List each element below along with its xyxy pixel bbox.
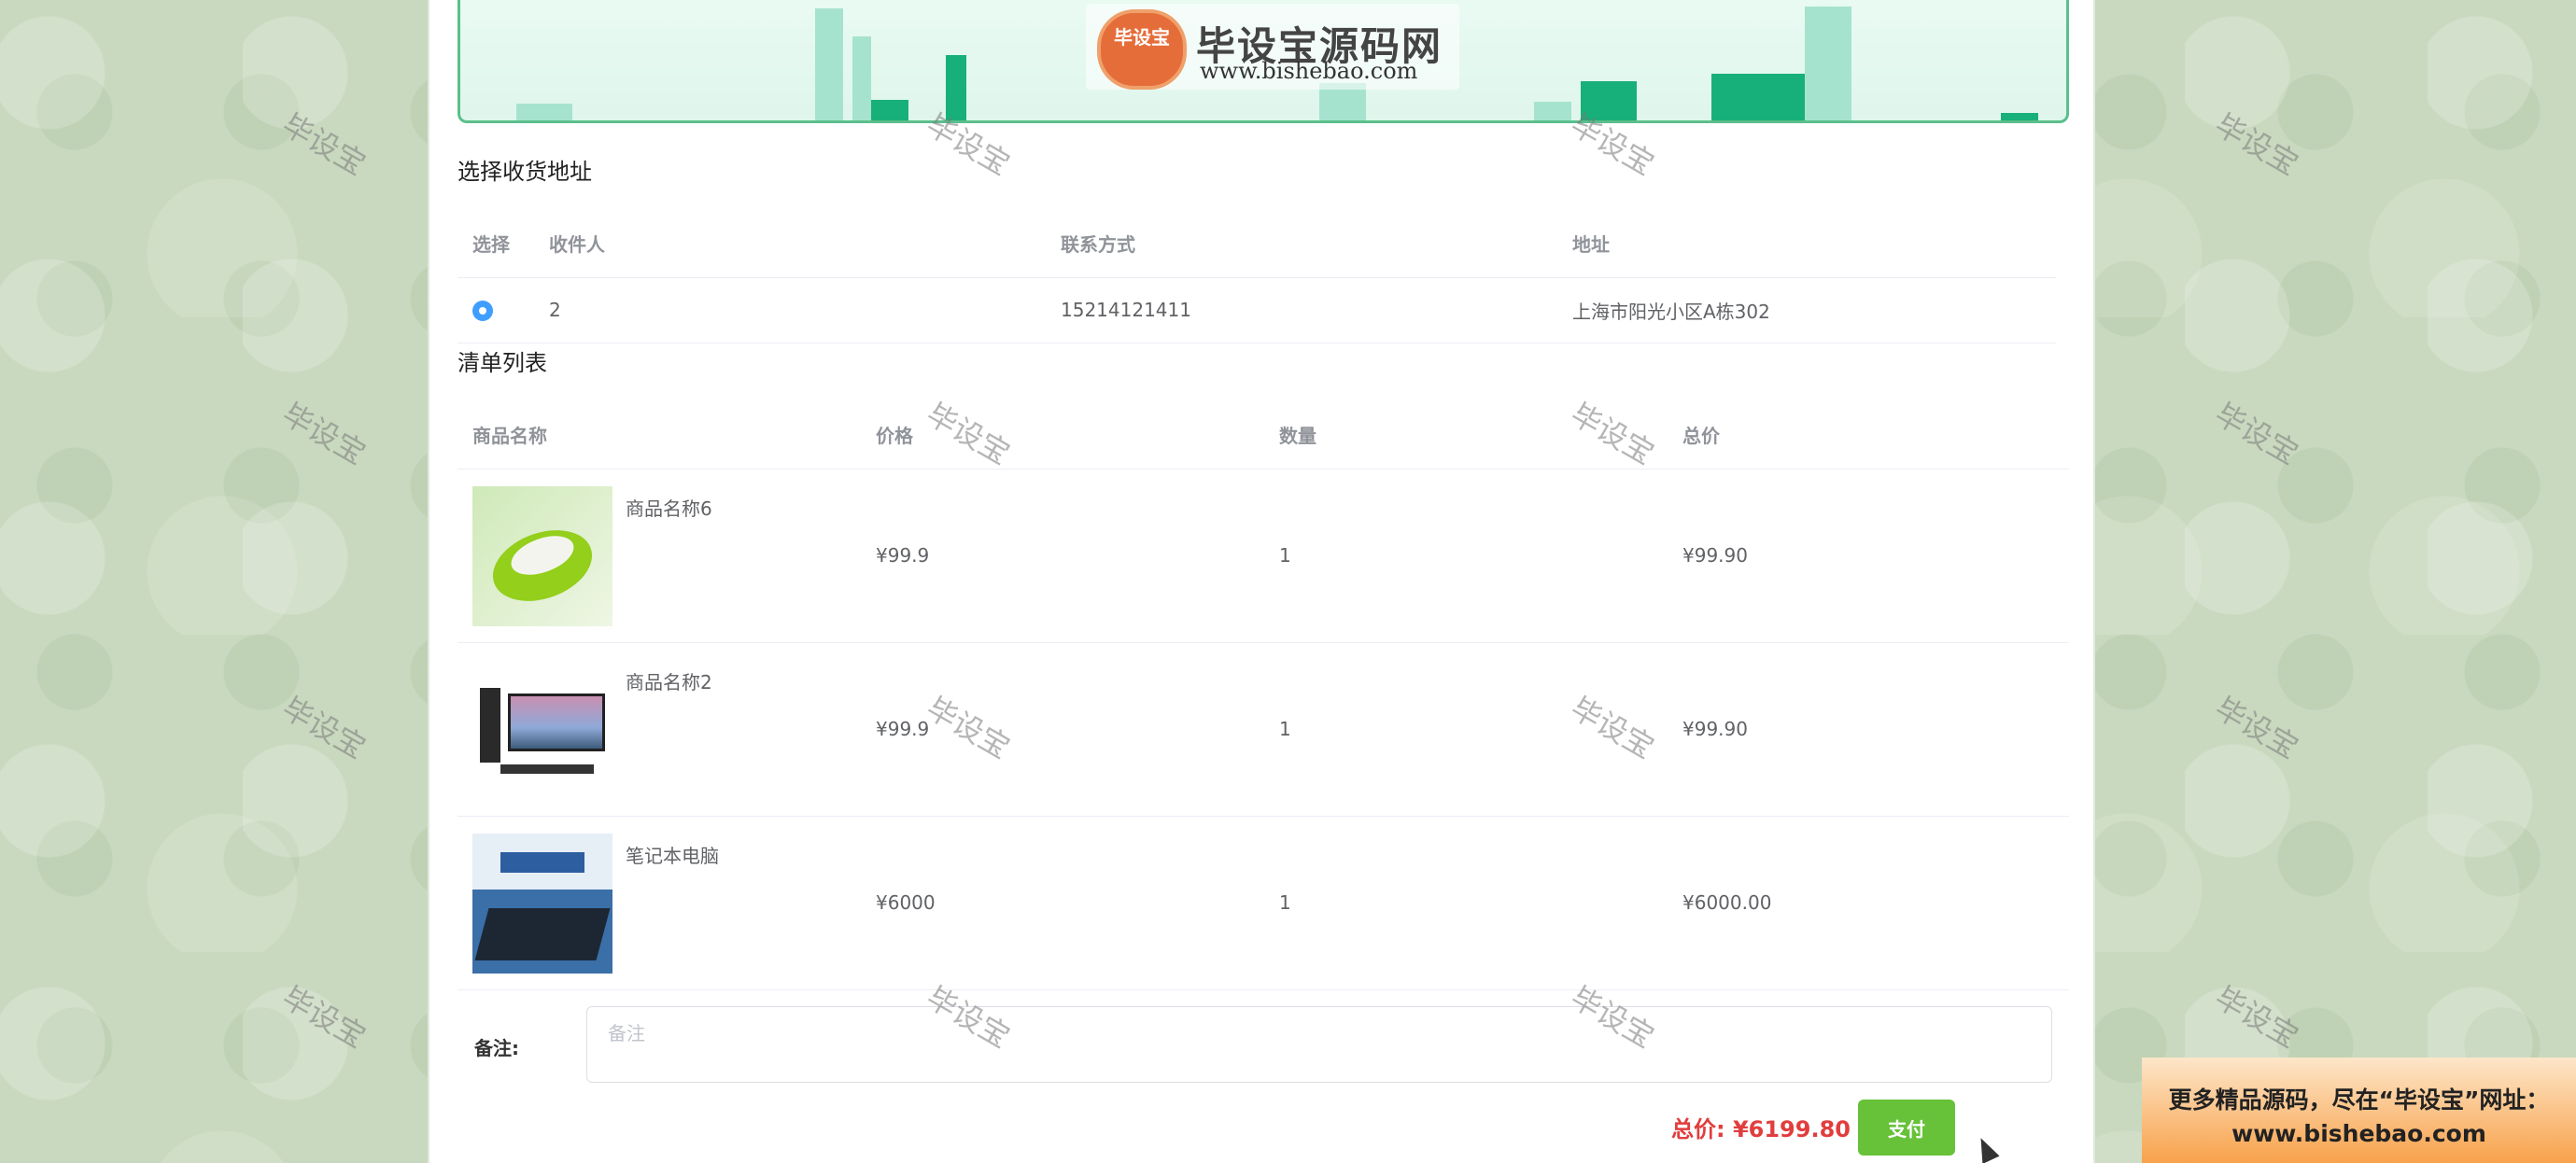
desktop-computer-image[interactable] — [472, 659, 612, 800]
promo-banner[interactable]: 更多精品源码，尽在“毕设宝”网址： www.bishebao.com — [2142, 1058, 2576, 1163]
address-table: 选择 收件人 联系方式 地址 2 15214121411 上海市阳光小区A栋30… — [457, 210, 2056, 343]
promo-line-2: www.bishebao.com — [2231, 1120, 2486, 1147]
cart-row: 商品名称6 ¥99.9 1 ¥99.90 — [457, 469, 2069, 643]
cart-row: 笔记本电脑 ¥6000 1 ¥6000.00 — [457, 816, 2069, 990]
product-name: 商品名称2 — [626, 670, 712, 694]
promo-line-1: 更多精品源码，尽在“毕设宝”网址： — [2168, 1086, 2550, 1114]
address-section-title: 选择收货地址 — [457, 159, 592, 185]
pay-button[interactable]: 支付 — [1858, 1100, 1955, 1156]
address-radio-selected[interactable] — [472, 301, 493, 322]
product-cell: 商品名称2 — [457, 642, 861, 817]
address-col-select: 选择 — [457, 210, 534, 278]
subtotal-cell: ¥99.90 — [1668, 642, 2069, 817]
remark-label: 备注: — [474, 1037, 519, 1059]
logo-url: www.bishebao.com — [1200, 58, 1418, 84]
price-cell: ¥6000 — [861, 816, 1264, 990]
cart-col-name: 商品名称 — [457, 401, 861, 469]
address-radio-cell[interactable] — [457, 277, 534, 343]
cart-col-subtotal: 总价 — [1668, 401, 2069, 469]
order-total: 总价: ¥6199.80 — [1671, 1116, 1851, 1142]
cart-col-qty: 数量 — [1264, 401, 1668, 469]
address-col-recipient: 收件人 — [534, 210, 1046, 278]
watermark: 毕设宝 — [2208, 690, 2305, 766]
site-logo: 毕设宝 毕设宝源码网 www.bishebao.com — [1086, 4, 1459, 90]
address-col-phone: 联系方式 — [1046, 210, 1557, 278]
cart-table: 商品名称 价格 数量 总价 商品名称6 ¥99.9 1 ¥99.90 商品名称2… — [457, 401, 2069, 990]
laptop-image[interactable] — [472, 833, 612, 974]
watermark: 毕设宝 — [2208, 979, 2305, 1056]
subtotal-cell: ¥6000.00 — [1668, 816, 2069, 990]
qty-cell: 1 — [1264, 816, 1668, 990]
qty-cell: 1 — [1264, 642, 1668, 817]
watermark: 毕设宝 — [275, 690, 373, 766]
subtotal-cell: ¥99.90 — [1668, 469, 2069, 643]
product-cell: 笔记本电脑 — [457, 816, 861, 990]
cart-col-price: 价格 — [861, 401, 1264, 469]
watermark: 毕设宝 — [2208, 106, 2305, 183]
watermark: 毕设宝 — [2208, 396, 2305, 472]
watermark: 毕设宝 — [275, 106, 373, 183]
watermark: 毕设宝 — [275, 979, 373, 1056]
cart-row: 商品名称2 ¥99.9 1 ¥99.90 — [457, 642, 2069, 817]
watermark: 毕设宝 — [275, 396, 373, 472]
logo-badge-icon: 毕设宝 — [1097, 9, 1187, 90]
product-name: 商品名称6 — [626, 497, 712, 520]
cart-section-title: 清单列表 — [457, 350, 547, 376]
remark-input[interactable] — [586, 1006, 2052, 1083]
price-cell: ¥99.9 — [861, 469, 1264, 643]
address-row[interactable]: 2 15214121411 上海市阳光小区A栋302 — [457, 277, 2056, 343]
phone-cell: 15214121411 — [1046, 277, 1557, 343]
product-name: 笔记本电脑 — [626, 844, 719, 867]
qty-cell: 1 — [1264, 469, 1668, 643]
address-cell: 上海市阳光小区A栋302 — [1557, 277, 2056, 343]
recipient-cell: 2 — [534, 277, 1046, 343]
address-col-address: 地址 — [1557, 210, 2056, 278]
product-cell: 商品名称6 — [457, 469, 861, 643]
checkout-page: 毕设宝 毕设宝源码网 www.bishebao.com 选择收货地址 选择 收件… — [428, 0, 2095, 1163]
header-banner: 毕设宝 毕设宝源码网 www.bishebao.com — [457, 0, 2069, 123]
bowl-image[interactable] — [472, 485, 612, 626]
price-cell: ¥99.9 — [861, 642, 1264, 817]
